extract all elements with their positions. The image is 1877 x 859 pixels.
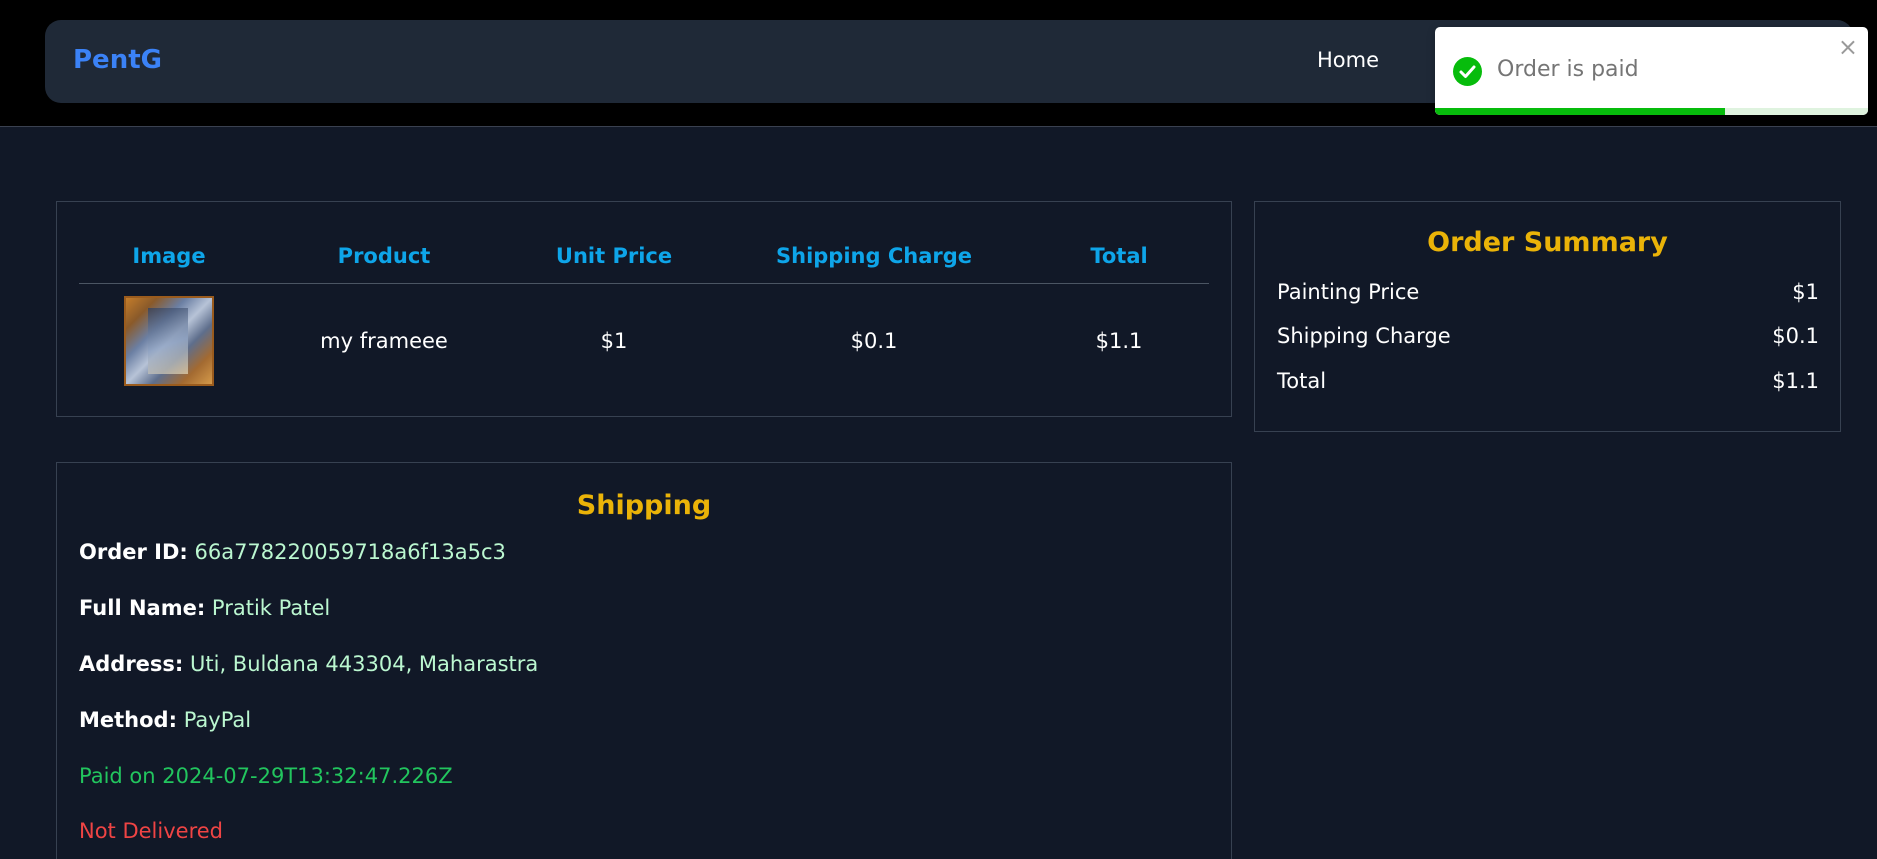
summary-label: Painting Price xyxy=(1277,280,1420,304)
summary-row-shipping-charge: Shipping Charge $0.1 xyxy=(1277,324,1819,348)
order-id-line: Order ID: 66a778220059718a6f13a5c3 xyxy=(79,540,506,564)
order-id-value: 66a778220059718a6f13a5c3 xyxy=(194,540,506,564)
toast-message: Order is paid xyxy=(1497,57,1639,82)
table-header-row: Image Product Unit Price Shipping Charge… xyxy=(79,229,1209,284)
address-label: Address: xyxy=(79,652,184,676)
toast-progress-track xyxy=(1435,108,1868,115)
summary-label: Shipping Charge xyxy=(1277,324,1451,348)
summary-value: $1 xyxy=(1792,280,1819,304)
shipping-title: Shipping xyxy=(576,490,712,521)
product-image-cell xyxy=(79,283,259,399)
column-header-image: Image xyxy=(79,229,259,284)
paid-status: Paid on 2024-07-29T13:32:47.226Z xyxy=(79,764,453,788)
summary-row-painting-price: Painting Price $1 xyxy=(1277,280,1819,304)
total-cell: $1.1 xyxy=(1095,329,1143,354)
summary-label: Total xyxy=(1277,369,1327,393)
full-name-line: Full Name: Pratik Patel xyxy=(79,596,330,620)
table-row: my frameee $1 $0.1 $1.1 xyxy=(79,283,1209,399)
unit-price-cell: $1 xyxy=(600,329,628,354)
delivery-status: Not Delivered xyxy=(79,819,223,843)
product-thumbnail[interactable] xyxy=(124,296,214,387)
toast-progress-bar xyxy=(1435,108,1726,115)
summary-row-total: Total $1.1 xyxy=(1277,369,1819,393)
order-summary-title: Order Summary xyxy=(1427,227,1668,258)
column-header-shipping-charge: Shipping Charge xyxy=(719,229,1029,284)
column-header-total: Total xyxy=(1029,229,1209,284)
close-icon[interactable]: × xyxy=(1838,35,1858,59)
order-items-card: Image Product Unit Price Shipping Charge… xyxy=(56,201,1232,417)
column-header-unit-price: Unit Price xyxy=(509,229,719,284)
address-value: Uti, Buldana 443304, Maharastra xyxy=(190,652,539,676)
product-name-cell: my frameee xyxy=(320,329,448,354)
column-header-product: Product xyxy=(259,229,509,284)
full-name-value: Pratik Patel xyxy=(211,596,331,620)
order-id-label: Order ID: xyxy=(79,540,188,564)
nav-home-link[interactable]: Home xyxy=(1317,48,1379,72)
brand-logo[interactable]: PentG xyxy=(73,45,162,75)
shipping-card: Shipping Order ID: 66a778220059718a6f13a… xyxy=(56,462,1232,859)
check-circle-icon xyxy=(1453,57,1482,86)
summary-value: $0.1 xyxy=(1772,324,1819,348)
order-items-table: Image Product Unit Price Shipping Charge… xyxy=(79,229,1209,399)
summary-value: $1.1 xyxy=(1772,369,1819,393)
method-value: PayPal xyxy=(183,708,252,732)
full-name-label: Full Name: xyxy=(79,596,206,620)
toast-notification[interactable]: Order is paid × xyxy=(1435,27,1868,115)
order-summary-card: Order Summary Painting Price $1 Shipping… xyxy=(1254,201,1841,432)
method-label: Method: xyxy=(79,708,177,732)
method-line: Method: PayPal xyxy=(79,708,251,732)
address-line: Address: Uti, Buldana 443304, Maharastra xyxy=(79,652,538,676)
shipping-charge-cell: $0.1 xyxy=(850,329,898,354)
